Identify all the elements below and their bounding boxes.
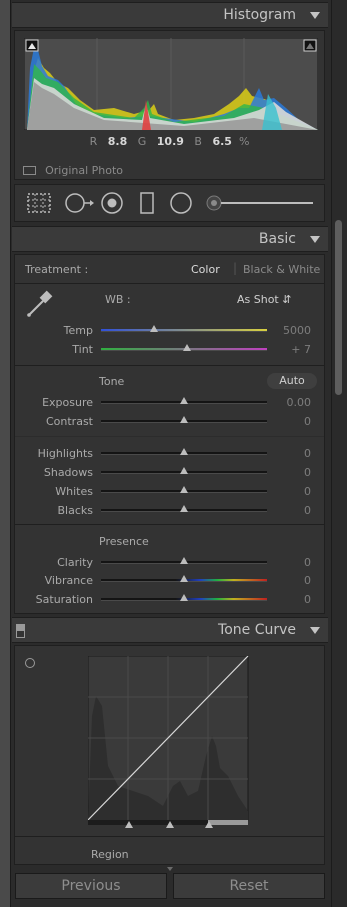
- temp-slider-knob[interactable]: [150, 325, 158, 332]
- treatment-bw-option[interactable]: Black & White: [243, 263, 320, 276]
- spot-removal-icon[interactable]: [65, 193, 94, 213]
- shadows-slider-knob[interactable]: [180, 467, 188, 474]
- exposure-slider-knob[interactable]: [180, 397, 188, 404]
- divider: [15, 283, 324, 284]
- histogram-title: Histogram: [223, 7, 296, 23]
- tone-curve-graph[interactable]: [88, 656, 252, 828]
- highlights-split-handle[interactable]: [205, 821, 213, 828]
- exposure-label: Exposure: [42, 396, 93, 409]
- temp-label: Temp: [63, 324, 93, 337]
- left-panel-edge: [0, 0, 11, 907]
- blacks-slider-knob[interactable]: [180, 505, 188, 512]
- tone-curve-title: Tone Curve: [218, 622, 296, 638]
- basic-header[interactable]: Basic: [12, 226, 328, 252]
- histogram-graph: [24, 38, 318, 130]
- b-label: B: [194, 135, 202, 148]
- treatment-divider: |: [233, 261, 238, 275]
- collapse-triangle-icon[interactable]: [310, 236, 320, 243]
- original-photo-label: Original Photo: [45, 164, 124, 177]
- tool-strip: [14, 184, 325, 222]
- adjustment-brush-icon[interactable]: [206, 195, 313, 211]
- graduated-filter-icon[interactable]: [140, 192, 154, 214]
- saturation-label: Saturation: [35, 593, 93, 606]
- tone-curve-header[interactable]: Tone Curve: [12, 617, 328, 643]
- contrast-value[interactable]: 0: [271, 415, 311, 428]
- tint-slider-knob[interactable]: [183, 344, 191, 351]
- shadows-value[interactable]: 0: [271, 466, 311, 479]
- highlights-slider-knob[interactable]: [180, 448, 188, 455]
- checkbox-icon[interactable]: [23, 166, 36, 175]
- exposure-value[interactable]: 0.00: [271, 396, 312, 409]
- blacks-value[interactable]: 0: [271, 504, 311, 517]
- previous-button[interactable]: Previous: [15, 873, 167, 899]
- scrollbar-thumb[interactable]: [335, 220, 342, 395]
- tone-label: Tone: [99, 375, 125, 388]
- red-eye-icon[interactable]: [101, 192, 123, 214]
- blacks-label: Blacks: [57, 504, 94, 517]
- clarity-value[interactable]: 0: [271, 556, 311, 569]
- auto-button[interactable]: Auto: [267, 373, 317, 389]
- divider: [15, 365, 324, 366]
- vibrance-slider-knob[interactable]: [180, 575, 188, 582]
- histogram-panel: R 8.8 G 10.9 B 6.5 % Original Photo: [14, 30, 325, 180]
- wb-label: WB :: [105, 293, 131, 306]
- crop-overlay-icon[interactable]: [27, 193, 51, 213]
- clarity-slider-knob[interactable]: [180, 557, 188, 564]
- panel-switch-icon[interactable]: [16, 624, 25, 638]
- basic-title: Basic: [258, 231, 296, 247]
- percent-sign: %: [238, 135, 250, 148]
- histogram-header[interactable]: Histogram: [12, 2, 328, 28]
- radial-filter-icon[interactable]: [170, 192, 192, 214]
- divider: [15, 836, 324, 837]
- whites-slider-knob[interactable]: [180, 486, 188, 493]
- eyedropper-icon[interactable]: [23, 287, 57, 321]
- treatment-color-option[interactable]: Color: [191, 263, 220, 276]
- saturation-value[interactable]: 0: [271, 593, 311, 606]
- develop-right-panel: Histogram R 8.8 G 10.9 B 6.5 % Original …: [12, 0, 328, 907]
- divider: [15, 524, 324, 525]
- vibrance-label: Vibrance: [44, 574, 93, 587]
- scrollbar[interactable]: [331, 0, 347, 907]
- wb-dropdown[interactable]: As Shot ⇵: [237, 293, 291, 306]
- tint-value[interactable]: + 7: [271, 343, 311, 356]
- contrast-slider-knob[interactable]: [180, 416, 188, 423]
- collapse-triangle-icon[interactable]: [310, 627, 320, 634]
- vibrance-value[interactable]: 0: [271, 574, 311, 587]
- region-label: Region: [91, 848, 129, 861]
- midtones-split-handle[interactable]: [166, 821, 174, 828]
- saturation-slider-knob[interactable]: [180, 594, 188, 601]
- tool-strip-icons: [27, 192, 313, 214]
- whites-label: Whites: [55, 485, 93, 498]
- g-value: 10.9: [156, 135, 184, 148]
- r-label: R: [89, 135, 98, 148]
- collapse-triangle-icon[interactable]: [310, 12, 320, 19]
- divider: [15, 436, 324, 437]
- highlights-value[interactable]: 0: [271, 447, 311, 460]
- temp-value[interactable]: 5000: [271, 324, 311, 337]
- contrast-label: Contrast: [45, 415, 93, 428]
- rgb-readout: R 8.8 G 10.9 B 6.5 %: [15, 135, 324, 148]
- r-value: 8.8: [107, 135, 128, 148]
- b-value: 6.5: [212, 135, 232, 148]
- clarity-label: Clarity: [57, 556, 93, 569]
- tint-label: Tint: [72, 343, 93, 356]
- tone-curve-panel: Region: [14, 645, 325, 865]
- reset-button[interactable]: Reset: [173, 873, 325, 899]
- target-adjustment-icon[interactable]: [25, 658, 35, 668]
- shadows-split-handle[interactable]: [125, 821, 133, 828]
- treatment-label: Treatment :: [25, 263, 89, 276]
- presence-label: Presence: [99, 535, 149, 548]
- g-label: G: [137, 135, 147, 148]
- highlights-label: Highlights: [37, 447, 93, 460]
- original-photo-toggle[interactable]: Original Photo: [23, 160, 123, 179]
- basic-panel: Treatment : Color | Black & White WB : A…: [14, 254, 325, 614]
- temp-slider[interactable]: [101, 329, 267, 332]
- whites-value[interactable]: 0: [271, 485, 311, 498]
- panel-end-marker-icon: [167, 867, 173, 871]
- wb-value: As Shot: [237, 293, 279, 306]
- shadows-label: Shadows: [43, 466, 93, 479]
- updown-arrows-icon: ⇵: [282, 293, 292, 306]
